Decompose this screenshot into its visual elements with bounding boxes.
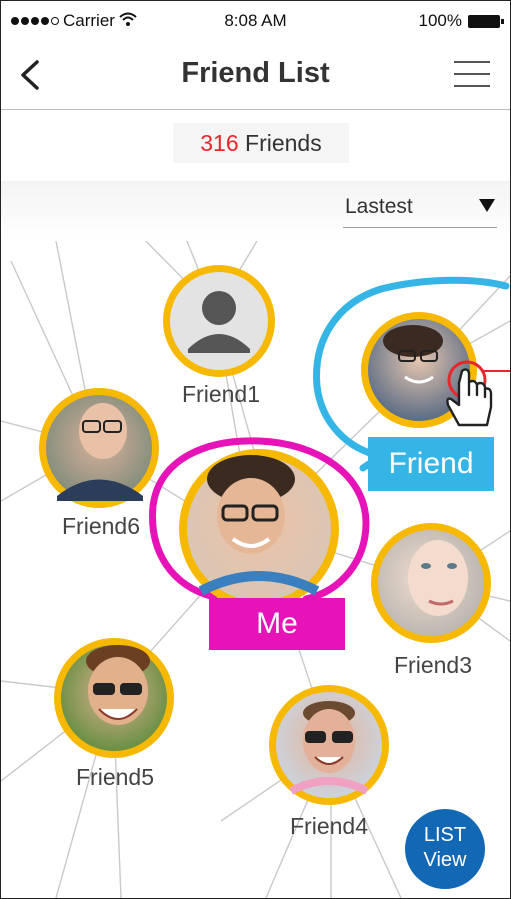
friend3-name: Friend3 <box>394 652 472 678</box>
friend5-avatar[interactable] <box>54 638 174 758</box>
me-tag: Me <box>209 598 345 650</box>
list-view-label-line2: View <box>423 849 467 871</box>
friend6-name: Friend6 <box>62 513 140 539</box>
friend5-name: Friend5 <box>76 764 154 790</box>
friend3-avatar[interactable] <box>371 523 491 643</box>
person-placeholder-icon <box>202 291 236 325</box>
list-view-button[interactable]: LIST View <box>405 809 485 889</box>
friend6-avatar[interactable] <box>39 388 159 508</box>
friend4-avatar[interactable] <box>269 685 389 805</box>
friend1-avatar[interactable] <box>163 265 275 377</box>
phone-screen: Carrier 8:08 AM 100% Friend List 316 Fri… <box>0 0 511 899</box>
friend1-name: Friend1 <box>182 381 260 407</box>
me-avatar[interactable] <box>179 449 339 609</box>
friend4-name: Friend4 <box>290 813 368 839</box>
list-view-label-line1: LIST <box>423 824 467 846</box>
friend-tag: Friend <box>368 437 494 491</box>
